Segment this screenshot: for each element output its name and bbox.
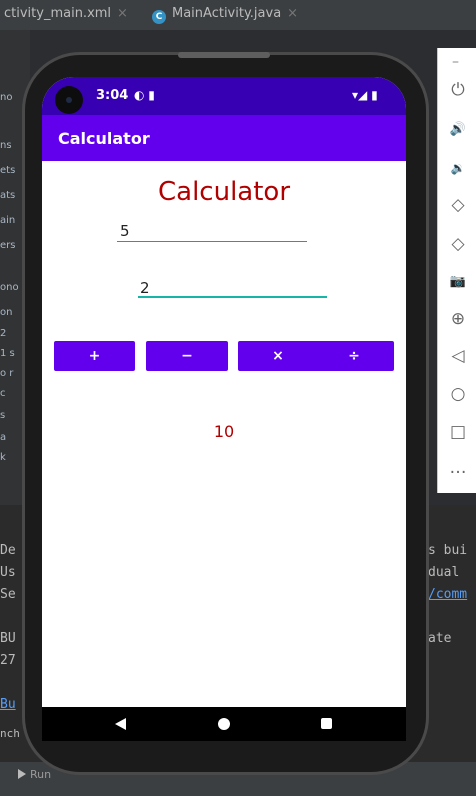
emulator-toolbar: – ⏻ 🔊 🔉 ◇ ◇ 📷 ⊕ ◁ ○ □ … — [437, 48, 476, 493]
subtract-button[interactable]: − — [146, 341, 228, 371]
more-icon[interactable]: … — [444, 454, 472, 482]
zoom-icon[interactable]: ⊕ — [444, 305, 472, 333]
navigation-bar — [42, 707, 406, 741]
console-line: dual — [428, 565, 460, 580]
device-screen: 3:04 ◐ ▮ ▾◢ ▮ Calculator Calculator 5 2 … — [42, 77, 406, 741]
run-tab[interactable]: Run — [18, 768, 51, 781]
overview-icon[interactable]: □ — [444, 418, 472, 446]
tab-main-activity-java[interactable]: C MainActivity.java × — [152, 6, 298, 24]
rotate-right-icon[interactable]: ◇ — [444, 230, 472, 258]
back-icon[interactable]: ◁ — [444, 342, 472, 370]
console-line: BU — [0, 631, 16, 646]
tab-activity-main-xml[interactable]: ctivity_main.xml × — [4, 6, 128, 21]
nav-recents-icon[interactable] — [321, 718, 332, 729]
console-line: ate — [428, 631, 452, 646]
status-time: 3:04 — [96, 88, 129, 103]
app-title: Calculator — [58, 129, 150, 148]
console-line: Us — [0, 565, 16, 580]
front-camera-icon — [55, 86, 83, 114]
nav-home-icon[interactable] — [218, 718, 230, 730]
second-number-underline — [138, 296, 327, 298]
console-line: 27 — [0, 653, 16, 668]
close-tab-icon[interactable]: × — [117, 6, 128, 21]
page-title: Calculator — [157, 177, 291, 207]
power-icon[interactable]: ⏻ — [444, 76, 472, 104]
app-bar: Calculator — [42, 115, 406, 161]
console-line: s bui — [428, 543, 468, 558]
console-line: Se — [0, 587, 16, 602]
signal-battery-icons: ▾◢ ▮ — [352, 88, 378, 102]
first-number-input[interactable]: 5 — [120, 222, 130, 240]
add-button[interactable]: + — [54, 341, 135, 371]
close-tab-icon[interactable]: × — [287, 6, 298, 21]
java-class-icon: C — [152, 10, 166, 24]
first-number-underline — [117, 241, 307, 242]
home-icon[interactable]: ○ — [444, 380, 472, 408]
status-bar: 3:04 ◐ ▮ ▾◢ ▮ — [42, 77, 406, 115]
phone-speaker — [178, 52, 270, 58]
run-icon — [18, 769, 26, 779]
nav-back-icon[interactable] — [115, 718, 126, 730]
multiply-button[interactable]: × — [238, 341, 318, 371]
volume-up-icon[interactable]: 🔊 — [444, 116, 472, 144]
console-line: De — [0, 543, 16, 558]
console-link[interactable]: Bu — [0, 697, 16, 712]
minimize-icon[interactable]: – — [452, 54, 459, 70]
ide-tab-bar: ctivity_main.xml × C MainActivity.java × — [0, 0, 476, 30]
console-line: nch — [0, 727, 20, 740]
camera-icon[interactable]: 📷 — [444, 268, 472, 296]
volume-down-icon[interactable]: 🔉 — [444, 154, 472, 182]
notification-icons: ◐ ▮ — [134, 88, 155, 102]
second-number-input[interactable]: 2 — [140, 279, 150, 297]
rotate-left-icon[interactable]: ◇ — [444, 191, 472, 219]
console-link[interactable]: /comm — [428, 587, 467, 602]
result-text: 10 — [213, 422, 235, 441]
divide-button[interactable]: ÷ — [314, 341, 394, 371]
